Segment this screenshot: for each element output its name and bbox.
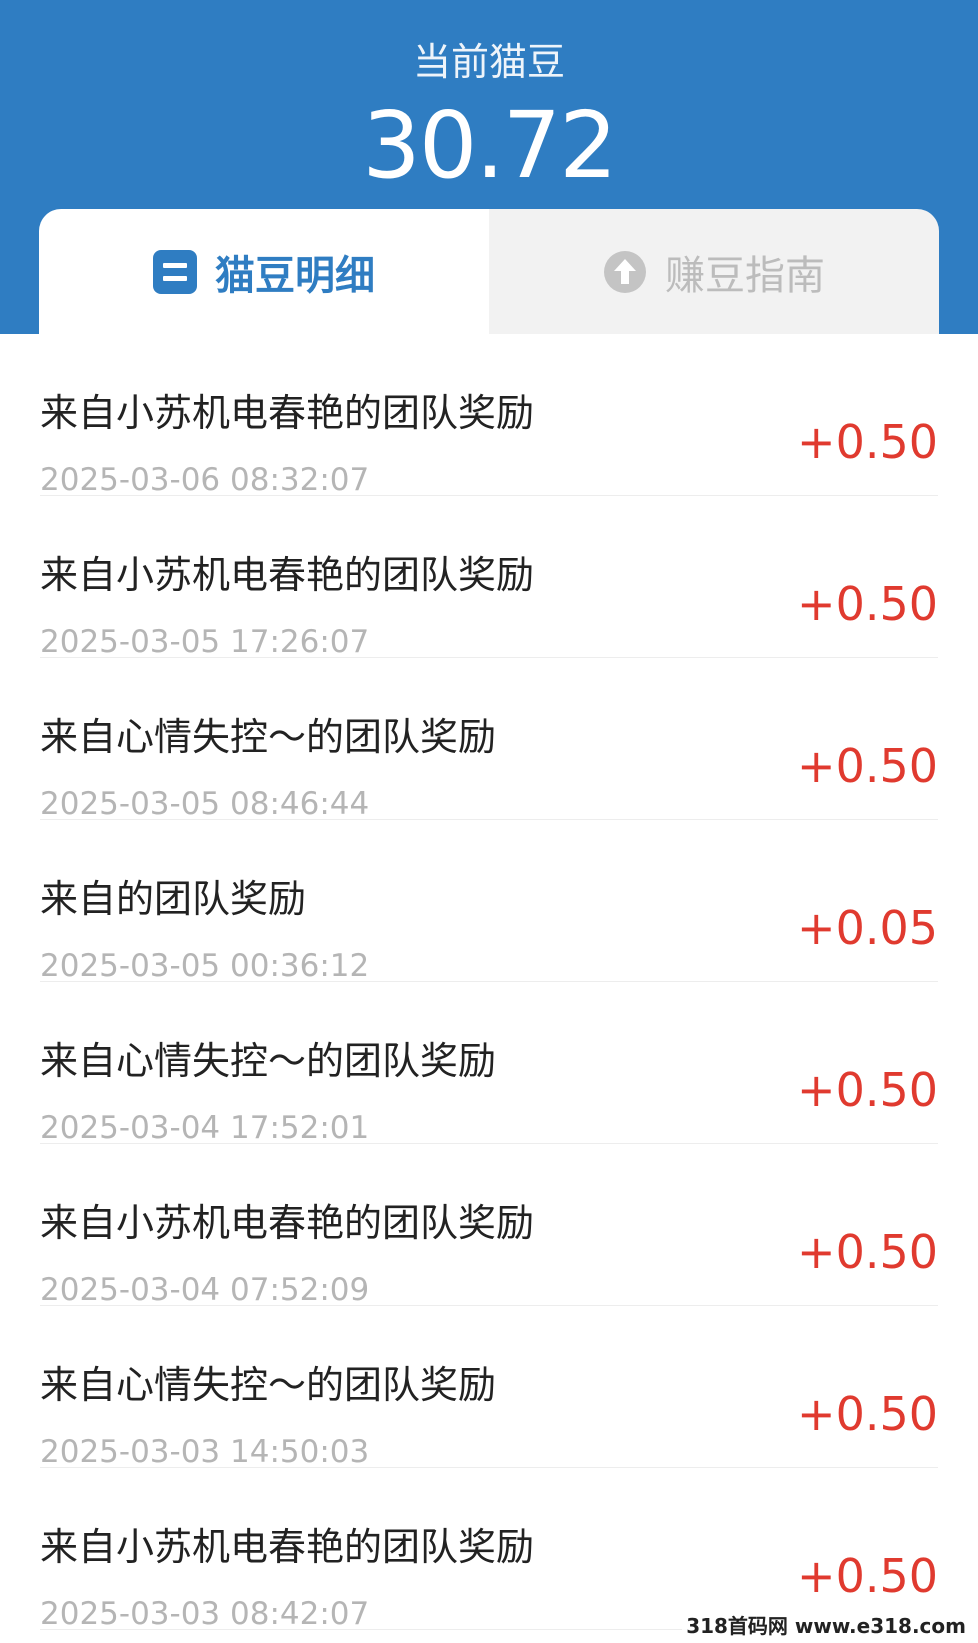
record-amount: +0.05: [797, 901, 938, 955]
record-title: 来自小苏机电春艳的团队奖励: [40, 553, 535, 597]
record-title: 来自心情失控～的团队奖励: [40, 1039, 497, 1083]
record-amount: +0.50: [797, 415, 938, 469]
record-amount: +0.50: [797, 577, 938, 631]
record-title: 来自小苏机电春艳的团队奖励: [40, 1525, 535, 1569]
tab-bar: 猫豆明细 赚豆指南: [39, 209, 939, 334]
bean-record-list: 来自小苏机电春艳的团队奖励 2025-03-06 08:32:07 +0.50 …: [0, 334, 978, 1632]
balance-label: 当前猫豆: [412, 40, 565, 84]
record-title: 来自心情失控～的团队奖励: [40, 1363, 497, 1407]
record-time: 2025-03-04 07:52:09: [40, 1272, 370, 1308]
record-title: 来自的团队奖励: [40, 877, 307, 921]
balance-value: 30.72: [362, 92, 617, 199]
record-time: 2025-03-04 17:52:01: [40, 1110, 370, 1146]
record-time: 2025-03-05 08:46:44: [40, 786, 370, 822]
tab-bean-details-label: 猫豆明细: [215, 252, 375, 299]
list-item[interactable]: 来自小苏机电春艳的团队奖励 2025-03-06 08:32:07 +0.50: [40, 334, 938, 498]
list-item[interactable]: 来自心情失控～的团队奖励 2025-03-03 14:50:03 +0.50: [40, 1306, 938, 1470]
record-time: 2025-03-05 17:26:07: [40, 624, 370, 660]
record-amount: +0.50: [797, 1063, 938, 1117]
list-item[interactable]: 来自心情失控～的团队奖励 2025-03-04 17:52:01 +0.50: [40, 982, 938, 1146]
record-title: 来自心情失控～的团队奖励: [40, 715, 497, 759]
balance-header: 当前猫豆 30.72 猫豆明细 赚豆指南: [0, 0, 978, 334]
record-amount: +0.50: [797, 1549, 938, 1603]
record-amount: +0.50: [797, 739, 938, 793]
record-time: 2025-03-05 00:36:12: [40, 948, 370, 984]
list-item[interactable]: 来自小苏机电春艳的团队奖励 2025-03-04 07:52:09 +0.50: [40, 1144, 938, 1308]
tab-earn-guide[interactable]: 赚豆指南: [489, 209, 939, 334]
list-item[interactable]: 来自的团队奖励 2025-03-05 00:36:12 +0.05: [40, 820, 938, 984]
list-item[interactable]: 来自小苏机电春艳的团队奖励 2025-03-05 17:26:07 +0.50: [40, 496, 938, 660]
record-title: 来自小苏机电春艳的团队奖励: [40, 391, 535, 435]
list-icon: [153, 249, 197, 294]
arrow-up-circle-icon: [603, 250, 647, 294]
tab-bean-details[interactable]: 猫豆明细: [39, 209, 489, 334]
record-amount: +0.50: [797, 1387, 938, 1441]
record-time: 2025-03-03 08:42:07: [40, 1596, 370, 1632]
list-item[interactable]: 来自心情失控～的团队奖励 2025-03-05 08:46:44 +0.50: [40, 658, 938, 822]
record-time: 2025-03-03 14:50:03: [40, 1434, 370, 1470]
record-title: 来自小苏机电春艳的团队奖励: [40, 1201, 535, 1245]
record-time: 2025-03-06 08:32:07: [40, 462, 370, 498]
tab-earn-guide-label: 赚豆指南: [665, 252, 825, 299]
watermark: 318首码网 www.e318.com: [682, 1610, 970, 1639]
record-amount: +0.50: [797, 1225, 938, 1279]
page: 当前猫豆 30.72 猫豆明细 赚豆指南 来自小苏机电春艳的团队奖励 2025-…: [0, 0, 978, 1643]
list-item[interactable]: 来自小苏机电春艳的团队奖励 2025-03-03 08:42:07 +0.50: [40, 1468, 938, 1632]
